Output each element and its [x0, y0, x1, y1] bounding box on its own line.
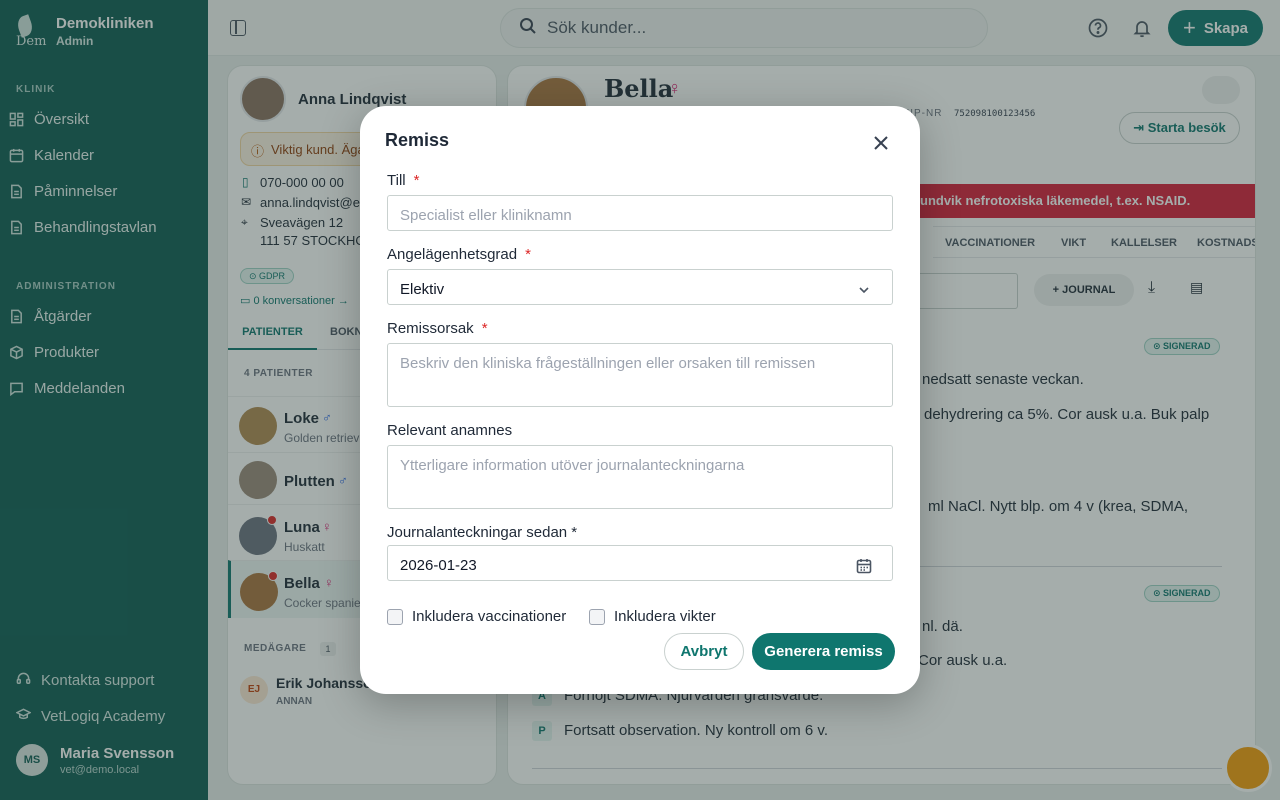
include-weights-checkbox[interactable]: Inkludera vikter — [589, 608, 716, 625]
dialog-title: Remiss — [385, 130, 450, 150]
urgency-select[interactable]: Elektiv — [387, 269, 893, 305]
include-vaccinations-checkbox[interactable]: Inkludera vaccinationer — [387, 608, 566, 625]
anamnesis-textarea[interactable]: Ytterligare information utöver journalan… — [387, 445, 893, 509]
reason-label: Remissorsak * — [387, 320, 488, 337]
to-label: Till * — [387, 172, 420, 189]
anamnesis-label: Relevant anamnes — [387, 422, 513, 439]
urgency-label: Angelägenhetsgrad * — [387, 246, 531, 263]
checkbox-box[interactable] — [387, 608, 403, 625]
checkbox-box[interactable] — [589, 608, 605, 625]
referral-dialog: Remiss Till * Specialist eller kliniknamn… — [360, 106, 920, 694]
notes-since-date-input[interactable]: 2026-01-23 — [387, 545, 893, 581]
cancel-button[interactable]: Avbryt — [664, 633, 744, 670]
generate-referral-button[interactable]: Generera remiss — [752, 633, 895, 670]
to-input[interactable]: Specialist eller kliniknamn — [387, 195, 893, 231]
close-icon[interactable] — [870, 132, 892, 154]
notes-since-label: Journalanteckningar sedan * — [387, 524, 578, 541]
reason-textarea[interactable]: Beskriv den kliniska frågeställningen el… — [387, 343, 893, 407]
